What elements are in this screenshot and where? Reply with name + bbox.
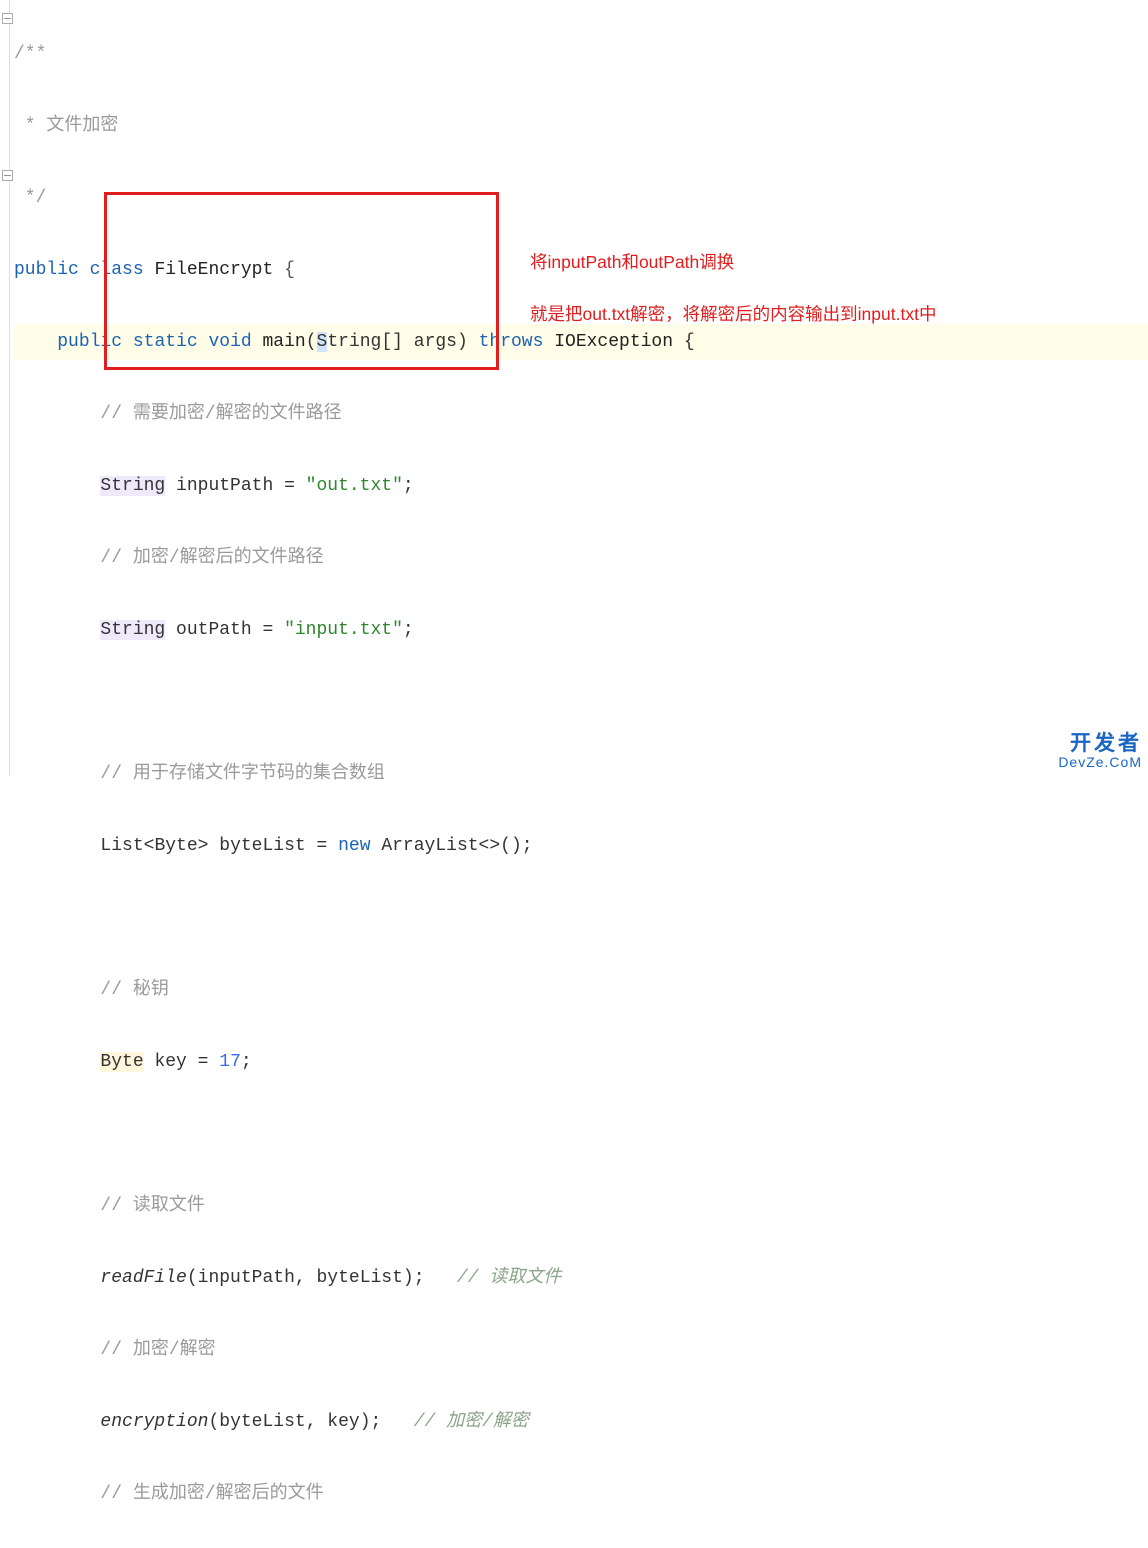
watermark: 开发者 DevZe.CoM [1058,735,1142,771]
var-name: byteList [219,836,305,856]
comment: // 需要加密/解密的文件路径 [100,404,341,424]
comment-text: 文件加密 [46,116,118,136]
comment: // 生成加密/解密后的文件 [100,1484,323,1504]
inline-comment: // 加密/解密 [414,1412,529,1432]
comment: // 加密/解密 [100,1340,215,1360]
comment: // 加密/解密后的文件路径 [100,548,323,568]
number: 17 [219,1052,241,1072]
method-call: encryption [100,1412,208,1432]
var-name: key [154,1052,186,1072]
gutter [0,0,10,776]
arg: inputPath [198,1268,295,1288]
watermark-cn: 开发者 [1058,735,1142,753]
annotation-line-2: 就是把out.txt解密，将解密后的内容输出到input.txt中 [530,300,936,328]
fold-handle[interactable] [2,13,13,24]
watermark-url: DevZe.CoM [1058,753,1142,771]
method-call: readFile [100,1268,186,1288]
annotation-area: 将inputPath和outPath调换 就是把out.txt解密，将解密后的内… [530,248,936,352]
comment: */ [14,188,46,208]
type: String [100,620,165,640]
arg: byteList [219,1412,305,1432]
string-literal: "input.txt" [284,620,403,640]
type: String [100,476,165,496]
type: Byte [100,1052,143,1072]
comment-prefix: * [14,116,46,136]
comment: // 读取文件 [100,1196,204,1216]
comment: /** [14,44,46,64]
string-literal: "out.txt" [306,476,403,496]
keyword: new [338,836,370,856]
type: List [100,836,143,856]
highlight-box [104,192,499,370]
var-name: outPath [176,620,252,640]
fold-handle[interactable] [2,170,13,181]
type-param: Byte [154,836,197,856]
comment: // 秘钥 [100,980,168,1000]
comment: // 用于存储文件字节码的集合数组 [100,764,384,784]
var-name: inputPath [176,476,273,496]
keyword: public [14,260,79,280]
annotation-line-1: 将inputPath和outPath调换 [530,248,936,276]
class-name: ArrayList [381,836,478,856]
inline-comment: // 读取文件 [457,1268,561,1288]
arg: byteList [316,1268,402,1288]
arg: key [327,1412,359,1432]
